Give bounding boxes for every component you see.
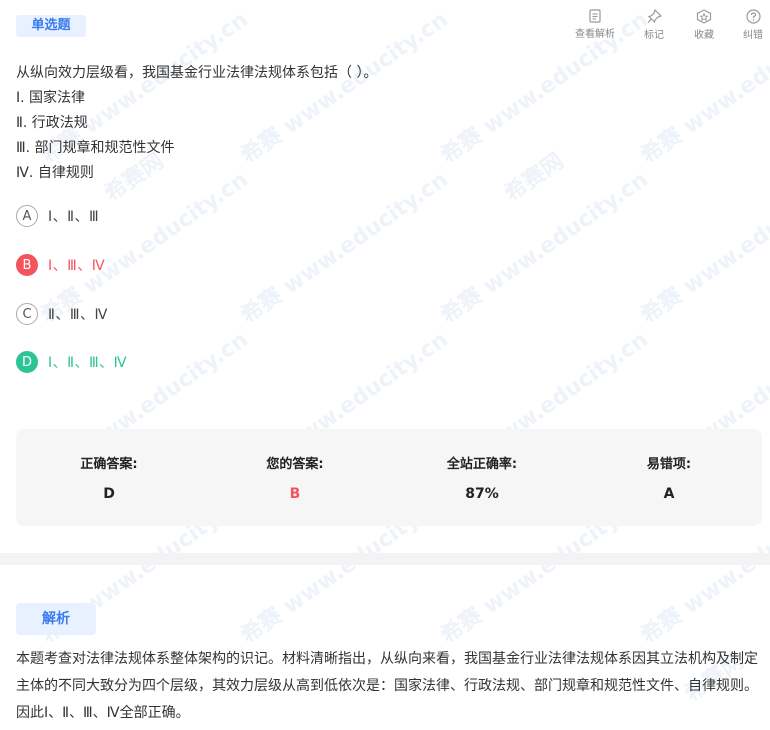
report-error-label: 纠错 <box>743 30 763 41</box>
watermark: 希赛 www.educity.cn <box>636 167 770 329</box>
toolbar: 查看解析 标记 收藏 纠错 <box>566 9 770 41</box>
option-d[interactable]: D Ⅰ、Ⅱ、Ⅲ、Ⅳ <box>16 351 127 373</box>
stat-value: 87% <box>465 486 499 502</box>
question-item: Ⅰ. 国家法律 <box>16 90 86 106</box>
option-letter: B <box>16 254 38 276</box>
stat-value: D <box>103 486 115 502</box>
mark-label: 标记 <box>644 30 664 41</box>
analysis-tag: 解析 <box>16 603 96 635</box>
favorite-label: 收藏 <box>694 30 714 41</box>
favorite-button[interactable]: 收藏 <box>684 9 724 41</box>
question-item: Ⅲ. 部门规章和规范性文件 <box>16 140 175 156</box>
option-text: Ⅰ、Ⅲ、Ⅳ <box>48 258 106 274</box>
watermark: 希赛 www.educity.cn <box>236 167 453 329</box>
option-c[interactable]: C Ⅱ、Ⅲ、Ⅳ <box>16 303 108 325</box>
pin-icon <box>647 9 662 24</box>
answer-stats-panel: 正确答案: D 您的答案: B 全站正确率: 87% 易错项: A <box>16 429 762 526</box>
question-item: Ⅳ. 自律规则 <box>16 165 94 181</box>
section-divider <box>0 553 770 565</box>
correct-answer-stat: 正确答案: D <box>16 453 202 502</box>
option-a[interactable]: A Ⅰ、Ⅱ、Ⅲ <box>16 205 99 227</box>
option-letter: D <box>16 351 38 373</box>
stat-label: 正确答案: <box>80 457 138 472</box>
option-text: Ⅰ、Ⅱ、Ⅲ <box>48 209 100 225</box>
your-answer-stat: 您的答案: B <box>202 453 388 502</box>
option-text: Ⅱ、Ⅲ、Ⅳ <box>48 307 108 323</box>
question-type-tag: 单选题 <box>16 15 86 37</box>
watermark: 希赛网 <box>500 148 569 208</box>
view-analysis-label: 查看解析 <box>575 29 615 40</box>
question-circle-icon <box>745 9 761 24</box>
document-icon <box>589 9 601 23</box>
question-body: 从纵向效力层级看，我国基金行业法律法规体系包括（ ）。 Ⅰ. 国家法律 Ⅱ. 行… <box>16 61 377 186</box>
analysis-text: 本题考查对法律法规体系整体架构的识记。材料清晰指出，从纵向来看，我国基金行业法律… <box>16 651 758 721</box>
stat-label: 全站正确率: <box>446 457 518 472</box>
question-stem: 从纵向效力层级看，我国基金行业法律法规体系包括（ ）。 <box>16 65 378 81</box>
watermark: 希赛 www.educity.cn <box>436 167 653 329</box>
view-analysis-button[interactable]: 查看解析 <box>566 9 624 41</box>
common-error-stat: 易错项: A <box>576 453 762 502</box>
stat-label: 您的答案: <box>266 457 324 472</box>
favorite-icon <box>696 9 712 24</box>
option-text: Ⅰ、Ⅱ、Ⅲ、Ⅳ <box>48 355 128 371</box>
mark-button[interactable]: 标记 <box>624 9 684 41</box>
question-item: Ⅱ. 行政法规 <box>16 115 88 131</box>
report-error-button[interactable]: 纠错 <box>724 9 770 41</box>
option-letter: A <box>16 205 38 227</box>
option-b[interactable]: B Ⅰ、Ⅲ、Ⅳ <box>16 254 105 276</box>
accuracy-rate-stat: 全站正确率: 87% <box>389 453 575 502</box>
stat-value: A <box>663 486 675 502</box>
stat-value: B <box>289 486 301 502</box>
stat-label: 易错项: <box>646 457 692 472</box>
option-letter: C <box>16 303 38 325</box>
